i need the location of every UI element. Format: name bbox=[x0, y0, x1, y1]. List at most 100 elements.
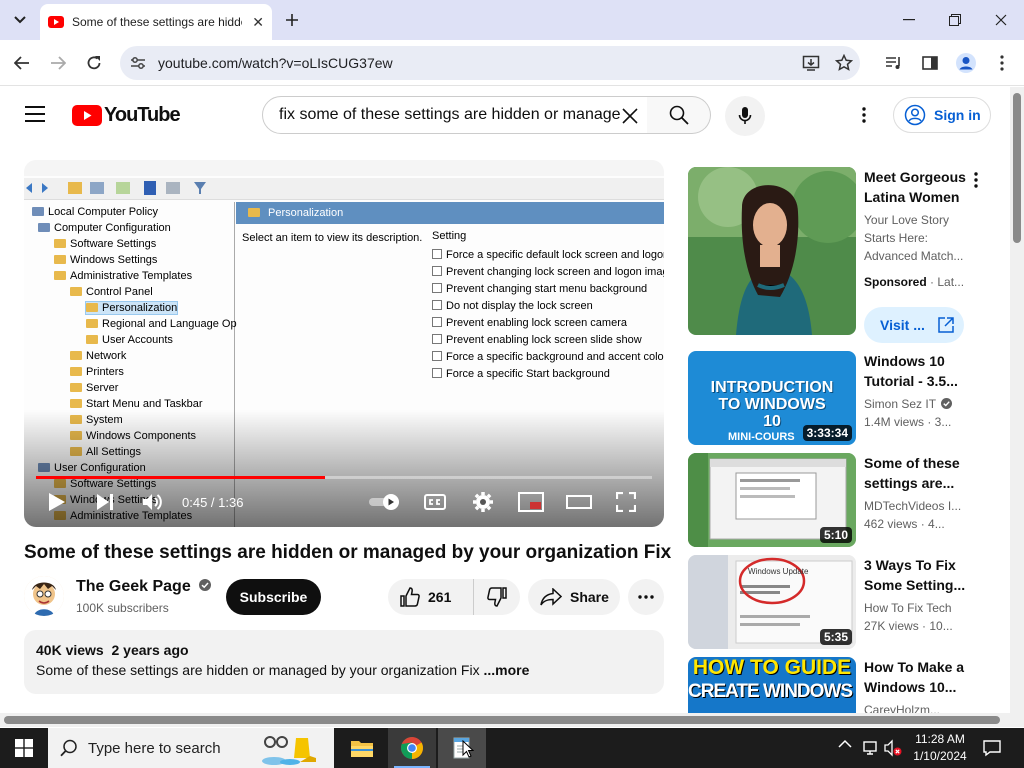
mute-button[interactable] bbox=[142, 490, 164, 514]
policy-setting-row: Do not display the lock screen bbox=[432, 300, 593, 312]
start-button[interactable] bbox=[0, 728, 48, 768]
horizontal-scrollbar-thumb[interactable] bbox=[4, 716, 1000, 724]
policy-tree-item: Start Menu and Taskbar bbox=[70, 398, 203, 410]
closed-captions-icon bbox=[424, 494, 446, 510]
ad-title[interactable]: Meet Gorgeous Latina Women bbox=[864, 167, 968, 207]
video-title[interactable]: Windows 10 Tutorial - 3.5... bbox=[864, 351, 968, 391]
captions-button[interactable] bbox=[424, 490, 446, 514]
youtube-logo[interactable]: YouTube bbox=[72, 104, 181, 127]
show-more-link[interactable]: ...more bbox=[483, 662, 529, 678]
side-panel-button[interactable] bbox=[918, 51, 942, 75]
theater-mode-button[interactable] bbox=[566, 490, 592, 514]
taskbar-chrome[interactable] bbox=[388, 728, 436, 768]
sign-in-label: Sign in bbox=[934, 107, 981, 123]
thumbs-down-icon bbox=[487, 587, 507, 607]
browser-tab-active[interactable]: Some of these settings are hidden ✕ bbox=[40, 4, 272, 40]
restore-button[interactable] bbox=[943, 8, 967, 32]
volume-status-button[interactable] bbox=[884, 739, 902, 757]
folder-icon bbox=[54, 255, 66, 264]
settings-menu-button[interactable] bbox=[862, 107, 866, 123]
seek-bar[interactable] bbox=[36, 476, 652, 479]
related-ad-item[interactable]: Meet Gorgeous Latina Women Your Love Sto… bbox=[688, 167, 1008, 343]
play-button[interactable] bbox=[48, 490, 66, 514]
channel-name[interactable]: The Geek Page bbox=[76, 578, 212, 596]
more-vertical-icon bbox=[862, 107, 866, 123]
related-video-item[interactable]: HOW TO GUIDE CREATE WINDOWS 10 How To Ma… bbox=[688, 657, 1008, 713]
video-thumbnail[interactable]: Windows Update 5:35 bbox=[688, 555, 856, 649]
minimize-button[interactable] bbox=[897, 8, 921, 32]
hamburger-menu-icon bbox=[25, 106, 45, 122]
close-window-button[interactable] bbox=[989, 8, 1013, 32]
media-controls-button[interactable] bbox=[882, 51, 906, 75]
subscribe-button[interactable]: Subscribe bbox=[226, 579, 321, 615]
chrome-menu-button[interactable] bbox=[990, 51, 1014, 75]
dislike-button[interactable] bbox=[474, 579, 520, 615]
network-status-button[interactable] bbox=[862, 739, 880, 757]
next-button[interactable] bbox=[96, 490, 114, 514]
guide-menu-button[interactable] bbox=[24, 105, 46, 123]
site-info-icon[interactable] bbox=[130, 56, 146, 70]
policy-tree-item: Control Panel bbox=[70, 286, 153, 298]
settings-button[interactable] bbox=[472, 490, 494, 514]
chevron-down-icon bbox=[14, 16, 26, 24]
action-center-button[interactable] bbox=[982, 738, 1002, 758]
show-hidden-icons-button[interactable] bbox=[838, 739, 852, 749]
video-stats: 27K views · 10... bbox=[864, 619, 953, 633]
share-button[interactable]: Share bbox=[528, 579, 620, 615]
search-input[interactable]: fix some of these settings are hidden or… bbox=[262, 96, 648, 134]
video-player[interactable]: Local Computer Policy Computer Configurat… bbox=[24, 160, 664, 527]
taskbar-file-explorer[interactable] bbox=[338, 728, 386, 768]
ad-visit-button[interactable]: Visit ... bbox=[864, 307, 964, 343]
folder-icon bbox=[70, 287, 82, 296]
install-app-icon[interactable] bbox=[802, 54, 820, 72]
new-tab-button[interactable] bbox=[280, 8, 304, 32]
system-clock[interactable]: 11:28 AM 1/10/2024 bbox=[908, 731, 972, 765]
forward-button[interactable] bbox=[46, 51, 70, 75]
policy-setting-label: Force a specific Start background bbox=[446, 368, 610, 380]
more-actions-button[interactable] bbox=[628, 579, 664, 615]
horizontal-scrollbar[interactable] bbox=[0, 713, 1010, 727]
sign-in-button[interactable]: Sign in bbox=[893, 97, 991, 133]
setting-column-header: Setting bbox=[432, 230, 467, 242]
autoplay-toggle[interactable] bbox=[368, 490, 402, 514]
clear-search-icon[interactable] bbox=[621, 107, 639, 125]
policy-setting-label: Prevent changing start menu background bbox=[446, 283, 648, 295]
video-title[interactable]: 3 Ways To Fix Some Setting... bbox=[864, 555, 968, 595]
taskbar-search-box[interactable]: Type here to search bbox=[48, 728, 334, 768]
channel-avatar[interactable] bbox=[24, 576, 64, 616]
related-video-item[interactable]: Windows Update 5:35 3 Ways To Fix Some S… bbox=[688, 555, 1008, 649]
policy-setting-row: Prevent enabling lock screen slide show bbox=[432, 334, 642, 346]
more-vertical-icon[interactable] bbox=[974, 172, 978, 188]
miniplayer-button[interactable] bbox=[518, 490, 544, 514]
profile-button[interactable] bbox=[954, 51, 978, 75]
fullscreen-button[interactable] bbox=[616, 490, 636, 514]
video-title[interactable]: How To Make a Windows 10... bbox=[864, 657, 968, 697]
video-thumbnail[interactable]: INTRODUCTION TO WINDOWS 10 MINI-COURS 3:… bbox=[688, 351, 856, 445]
related-video-item[interactable]: 5:10 Some of these settings are... MDTec… bbox=[688, 453, 1008, 547]
thumbnail-text: INTRODUCTION TO WINDOWS 10 bbox=[710, 379, 834, 430]
video-thumbnail[interactable]: 5:10 bbox=[688, 453, 856, 547]
bookmark-star-icon[interactable] bbox=[835, 54, 853, 72]
video-thumbnail[interactable]: HOW TO GUIDE CREATE WINDOWS 10 bbox=[688, 657, 856, 713]
video-frame-menubar bbox=[24, 160, 664, 176]
search-button[interactable] bbox=[647, 96, 711, 134]
channel-name-text: The Geek Page bbox=[76, 578, 191, 595]
tab-search-button[interactable] bbox=[8, 8, 32, 32]
tab-close-icon[interactable]: ✕ bbox=[252, 14, 264, 31]
reload-icon bbox=[87, 56, 101, 70]
voice-search-button[interactable] bbox=[725, 96, 765, 136]
taskbar-notepad[interactable] bbox=[438, 728, 486, 768]
reload-button[interactable] bbox=[82, 51, 106, 75]
related-video-item[interactable]: INTRODUCTION TO WINDOWS 10 MINI-COURS 3:… bbox=[688, 351, 1008, 445]
like-button[interactable]: 261 bbox=[388, 579, 474, 615]
back-button[interactable] bbox=[10, 51, 34, 75]
microphone-icon bbox=[738, 107, 752, 124]
ad-thumbnail[interactable] bbox=[688, 167, 856, 335]
policy-tree-item: Server bbox=[70, 382, 118, 394]
description-box[interactable]: 40K views 2 years ago Some of these sett… bbox=[24, 630, 664, 694]
video-title[interactable]: Some of these settings are... bbox=[864, 453, 968, 493]
vertical-scrollbar-thumb[interactable] bbox=[1013, 93, 1021, 243]
share-arrow-icon bbox=[540, 588, 562, 606]
vertical-scrollbar[interactable] bbox=[1010, 87, 1024, 727]
address-bar[interactable]: youtube.com/watch?v=oLIsCUG37ew bbox=[120, 46, 860, 80]
